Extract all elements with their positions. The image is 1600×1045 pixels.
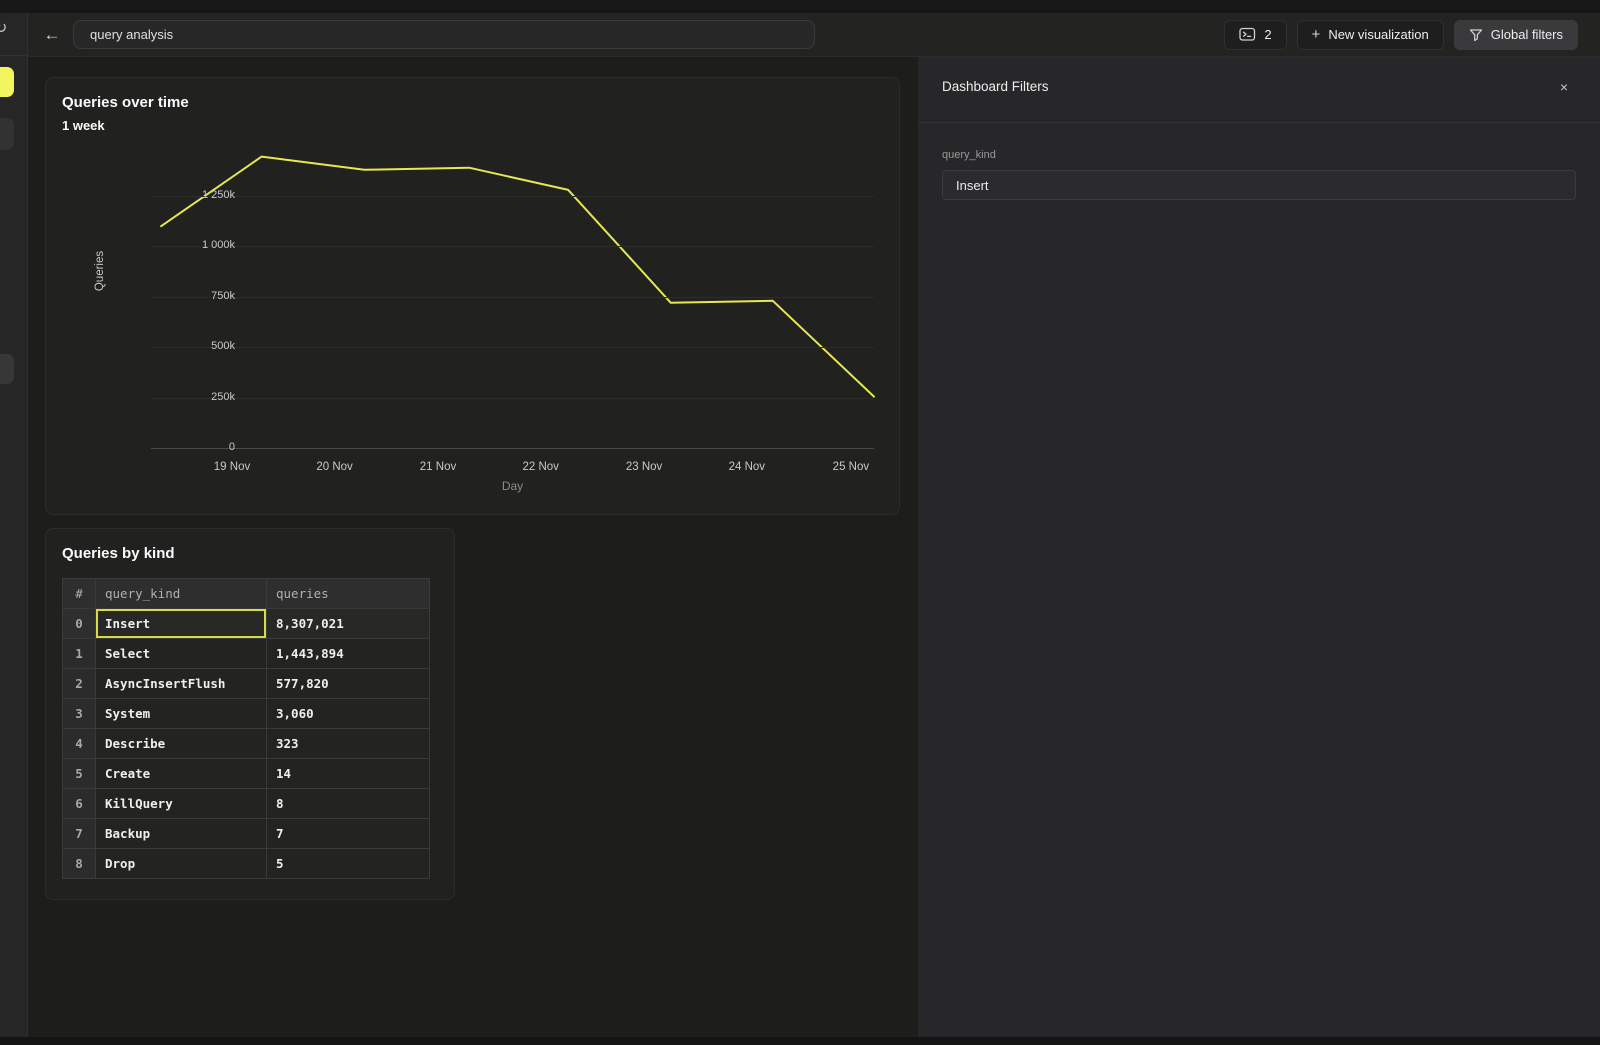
gridline [151,246,874,247]
close-icon[interactable]: × [1560,80,1568,94]
x-tick-label: 19 Nov [214,461,250,473]
query-kind-cell[interactable]: Backup [96,819,267,849]
x-tick-label: 22 Nov [522,461,558,473]
rail-item-active[interactable] [0,67,14,97]
table-column-header: query_kind [96,579,267,609]
row-index-cell: 0 [63,609,96,639]
row-index-cell: 8 [63,849,96,879]
query-kind-cell[interactable]: Insert [96,609,267,639]
table-row: 1Select1,443,894 [63,639,430,669]
row-index-cell: 2 [63,669,96,699]
y-tick-label: 1 000k [165,239,235,251]
x-tick-label: 23 Nov [626,461,662,473]
row-index-cell: 4 [63,729,96,759]
plot-area [151,151,874,449]
y-tick-label: 0 [165,441,235,453]
queries-value-cell[interactable]: 8 [267,789,430,819]
gridline [151,448,874,449]
toolbar: ← 2 + New visualization [28,13,1600,57]
window-top-strip [0,0,1600,13]
console-icon [1239,27,1256,42]
sql-console-button[interactable]: 2 [1224,20,1286,50]
queries-value-cell[interactable]: 3,060 [267,699,430,729]
panel-divider [918,122,1600,123]
row-index-cell: 5 [63,759,96,789]
query-kind-cell[interactable]: Create [96,759,267,789]
dashboard-filters-panel: Dashboard Filters × query_kind [918,57,1600,1037]
table-column-header: queries [267,579,430,609]
x-tick-label: 21 Nov [420,461,456,473]
gridline [151,347,874,348]
rail-divider [0,55,27,56]
query-kind-cell[interactable]: Drop [96,849,267,879]
x-axis-title: Day [502,479,523,493]
x-tick-label: 24 Nov [729,461,765,473]
queries-value-cell[interactable]: 7 [267,819,430,849]
y-tick-label: 1 250k [165,189,235,201]
chart-card-queries-over-time: Queries over time 1 week Queries 0 250k 50… [45,77,900,515]
gridline [151,398,874,399]
new-visualization-button[interactable]: + New visualization [1297,20,1444,50]
table-column-header: # [63,579,96,609]
row-index-cell: 7 [63,819,96,849]
plus-icon: + [1312,28,1321,42]
line-chart: Queries 0 250k 500k 750k 1 000k 1 250k 19 Nov… [62,147,883,492]
row-index-cell: 3 [63,699,96,729]
table-row: 4Describe323 [63,729,430,759]
history-icon[interactable]: ↻ [0,21,7,37]
query-kind-cell[interactable]: KillQuery [96,789,267,819]
y-axis-title: Queries [94,251,106,291]
query-kind-cell[interactable]: System [96,699,267,729]
global-filters-label: Global filters [1491,27,1563,42]
filters-panel-title: Dashboard Filters [942,79,1049,94]
gridline [151,196,874,197]
queries-by-kind-table: #query_kindqueries 0Insert8,307,0211Sele… [62,578,430,879]
rail-item[interactable] [0,118,14,150]
queries-value-cell[interactable]: 14 [267,759,430,789]
query-kind-filter-input[interactable] [942,170,1576,200]
table-row: 0Insert8,307,021 [63,609,430,639]
y-tick-label: 750k [165,290,235,302]
rail-item[interactable] [0,354,14,384]
funnel-icon [1469,28,1483,42]
dashboard-canvas: Queries over time 1 week Queries 0250k50… [28,57,918,1037]
queries-value-cell[interactable]: 577,820 [267,669,430,699]
table-row: 8Drop5 [63,849,430,879]
row-index-cell: 1 [63,639,96,669]
queries-value-cell[interactable]: 1,443,894 [267,639,430,669]
row-index-cell: 6 [63,789,96,819]
console-count: 2 [1264,27,1271,42]
queries-value-cell[interactable]: 323 [267,729,430,759]
query-kind-cell[interactable]: AsyncInsertFlush [96,669,267,699]
global-filters-button[interactable]: Global filters [1454,20,1578,50]
x-tick-label: 25 Nov [833,461,869,473]
back-button[interactable]: ← [40,23,64,47]
y-tick-label: 250k [165,391,235,403]
query-kind-cell[interactable]: Describe [96,729,267,759]
queries-value-cell[interactable]: 8,307,021 [267,609,430,639]
filter-field-label: query_kind [942,149,1576,161]
y-tick-label: 500k [165,340,235,352]
new-visualization-label: New visualization [1328,27,1428,42]
table-title: Queries by kind [62,545,438,562]
table-row: 7Backup7 [63,819,430,849]
table-row: 2AsyncInsertFlush577,820 [63,669,430,699]
gridline [151,297,874,298]
table-row: 3System3,060 [63,699,430,729]
table-row: 5Create14 [63,759,430,789]
query-kind-cell[interactable]: Select [96,639,267,669]
left-rail: ↻ [0,13,28,1037]
x-tick-label: 20 Nov [316,461,352,473]
table-card-queries-by-kind: Queries by kind #query_kindqueries 0Inse… [45,528,455,900]
chart-title: Queries over time [62,94,883,111]
chart-subtitle: 1 week [62,118,883,133]
table-row: 6KillQuery8 [63,789,430,819]
window-bottom-strip [0,1037,1600,1045]
dashboard-title-input[interactable] [73,20,815,49]
queries-value-cell[interactable]: 5 [267,849,430,879]
